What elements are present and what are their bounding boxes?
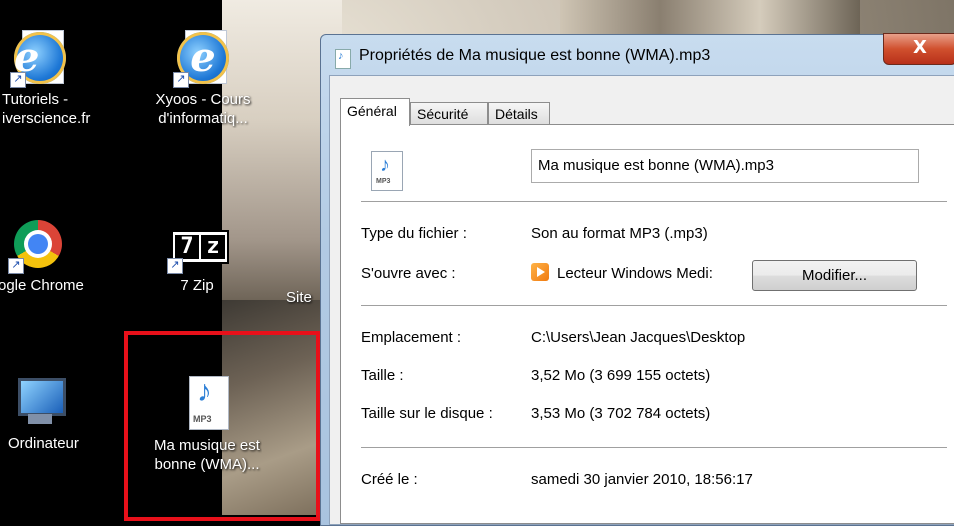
highlight-box <box>124 331 320 521</box>
file-type-value: Son au format MP3 (.mp3) <box>531 225 708 242</box>
divider <box>361 201 947 202</box>
divider <box>361 305 947 306</box>
desktop-icon-label: ogle Chrome <box>0 277 84 294</box>
properties-dialog: Propriétés de Ma musique est bonne (WMA)… <box>320 33 954 526</box>
file-type-label: Type du fichier : <box>361 225 467 242</box>
title-bar[interactable]: Propriétés de Ma musique est bonne (WMA)… <box>321 33 954 73</box>
tab-general[interactable]: Général <box>340 98 410 126</box>
dialog-client-area: Général Sécurité Détails ♪ MP3 Ma musique… <box>329 75 954 525</box>
opens-with-label: S'ouvre avec : <box>361 265 456 282</box>
desktop-icon-label: iverscience.fr <box>2 110 91 127</box>
mp3-file-icon: ♪ MP3 <box>371 151 403 191</box>
music-file-icon <box>335 49 351 69</box>
desktop-icon-chrome[interactable]: ↗ ogle Chrome <box>0 216 114 295</box>
size-value: 3,52 Mo (3 699 155 octets) <box>531 367 711 384</box>
opens-with-value: Lecteur Windows Medi: <box>557 265 713 282</box>
desktop-icon-computer[interactable]: Ordinateur <box>0 374 116 453</box>
disk-size-value: 3,53 Mo (3 702 784 octets) <box>531 405 711 422</box>
window-title: Propriétés de Ma musique est bonne (WMA)… <box>359 47 711 64</box>
internet-explorer-icon: e ↗ <box>10 30 68 88</box>
desktop-icon-xyoos[interactable]: e ↗ Xyoos - Cours d'informatiq... <box>148 30 258 128</box>
location-label: Emplacement : <box>361 329 462 346</box>
desktop-icon-label: Tutoriels - <box>2 91 69 108</box>
created-label: Créé le : <box>361 471 418 488</box>
7zip-icon: 7 z ↗ <box>167 216 229 274</box>
desktop-icon-label: Ordinateur <box>8 435 79 452</box>
chrome-icon: ↗ <box>8 216 66 274</box>
desktop-icon-label: Xyoos - Cours <box>155 91 251 108</box>
tab-security[interactable]: Sécurité <box>410 102 488 124</box>
file-name-field[interactable]: Ma musique est bonne (WMA).mp3 <box>531 149 919 183</box>
location-value: C:\Users\Jean Jacques\Desktop <box>531 329 746 346</box>
modify-button[interactable]: Modifier... <box>752 260 917 291</box>
tab-details[interactable]: Détails <box>488 102 550 124</box>
internet-explorer-icon: e ↗ <box>173 30 231 88</box>
disk-size-label: Taille sur le disque : <box>361 405 493 422</box>
desktop-icon-label: d'informatiq... <box>158 110 248 127</box>
desktop-icon-tutoriels[interactable]: e ↗ Tutoriels - iverscience.fr <box>0 30 114 128</box>
divider <box>361 447 947 448</box>
desktop-icon-7zip[interactable]: 7 z ↗ 7 Zip <box>142 216 252 295</box>
close-button[interactable]: X <box>883 33 954 65</box>
computer-icon <box>10 374 66 430</box>
desktop-icon-label: 7 Zip <box>180 277 214 294</box>
size-label: Taille : <box>361 367 404 384</box>
created-value: samedi 30 janvier 2010, 18:56:17 <box>531 471 753 488</box>
windows-media-player-icon <box>531 263 549 281</box>
general-panel: ♪ MP3 Ma musique est bonne (WMA).mp3 Type… <box>340 124 954 524</box>
